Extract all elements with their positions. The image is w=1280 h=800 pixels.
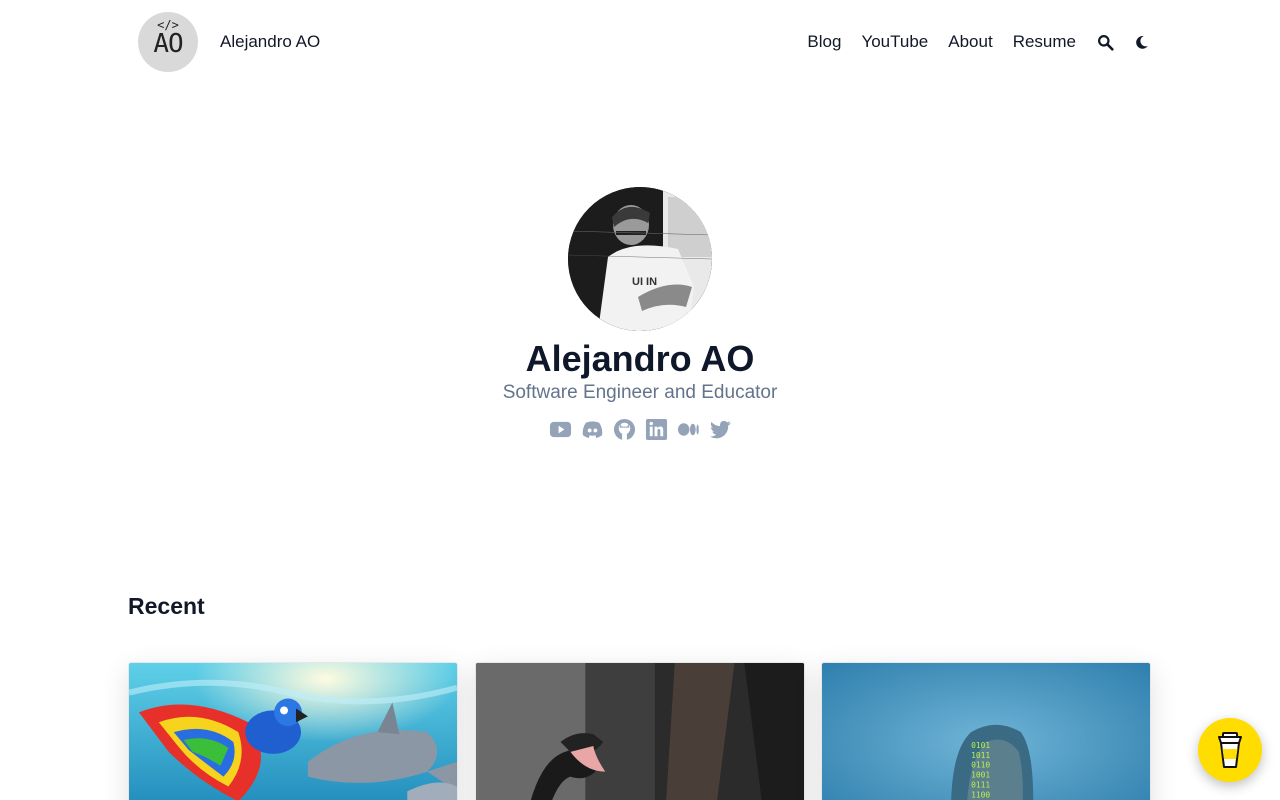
youtube-icon[interactable]	[548, 417, 572, 441]
moon-icon[interactable]	[1132, 33, 1150, 51]
svg-text:UI IN: UI IN	[632, 276, 657, 288]
post-thumbnail-snake	[476, 663, 804, 800]
github-icon[interactable]	[612, 417, 636, 441]
post-thumbnail-code-face: 0101 1011 0110 1001 0111 1100	[822, 663, 1150, 800]
search-icon[interactable]	[1096, 33, 1114, 51]
svg-text:0101: 0101	[971, 741, 990, 750]
site-name-link[interactable]: Alejandro AO	[220, 32, 320, 52]
social-links	[0, 417, 1280, 441]
nav-youtube[interactable]: YouTube	[861, 32, 928, 52]
discord-icon[interactable]	[580, 417, 604, 441]
twitter-icon[interactable]	[708, 417, 732, 441]
recent-post-card[interactable]	[475, 662, 805, 800]
main-nav: Blog YouTube About Resume	[787, 28, 1150, 56]
nav-about[interactable]: About	[948, 32, 992, 52]
nav-blog[interactable]: Blog	[807, 32, 841, 52]
recent-post-card[interactable]	[128, 662, 458, 800]
recent-heading: Recent	[128, 593, 205, 619]
buy-me-a-coffee-button[interactable]	[1198, 718, 1262, 782]
svg-text:0111: 0111	[971, 780, 990, 789]
svg-text:1011: 1011	[971, 751, 990, 760]
profile-title: Software Engineer and Educator	[502, 382, 778, 403]
svg-text:1001: 1001	[971, 771, 990, 780]
site-header: </> AO Alejandro AO Blog YouTube About R…	[0, 0, 1280, 84]
post-thumbnail-parrot-dolphin	[129, 663, 457, 800]
coffee-cup-icon	[1218, 732, 1242, 768]
nav-resume[interactable]: Resume	[1013, 32, 1076, 52]
recent-post-card[interactable]: 0101 1011 0110 1001 0111 1100	[821, 662, 1151, 800]
profile-avatar: UI IN	[568, 187, 712, 331]
medium-icon[interactable]	[676, 417, 700, 441]
svg-text:1100: 1100	[971, 790, 990, 799]
site-logo[interactable]: </> AO	[138, 12, 198, 72]
profile-name: Alejandro AO	[525, 338, 755, 379]
logo-letters: AO	[153, 29, 183, 59]
linkedin-icon[interactable]	[644, 417, 668, 441]
svg-text:0110: 0110	[971, 761, 990, 770]
